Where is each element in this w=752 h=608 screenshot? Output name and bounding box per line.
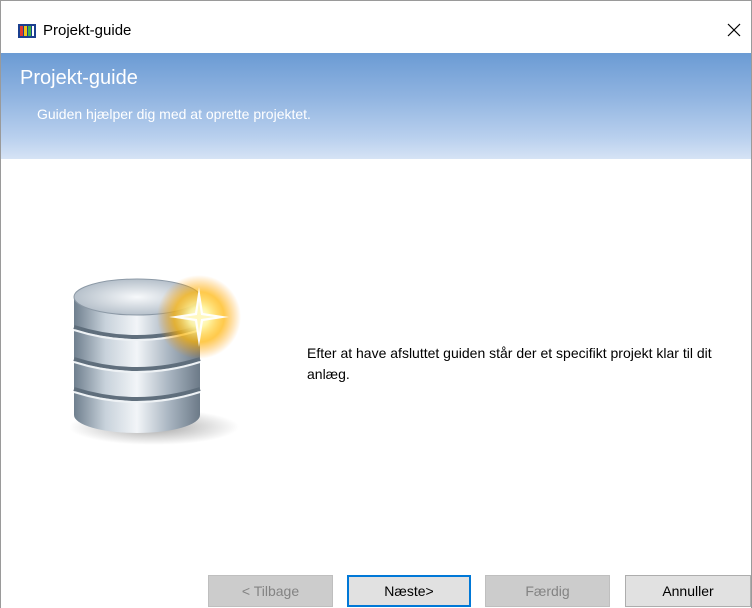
database-sparkle-icon — [59, 267, 249, 447]
wizard-message: Efter at have afsluttet guiden står der … — [307, 345, 712, 382]
header-banner: Projekt-guide Guiden hjælper dig med at … — [1, 53, 751, 159]
back-button[interactable]: < Tilbage — [208, 575, 333, 607]
header-title: Projekt-guide — [20, 67, 138, 89]
header-subtitle: Guiden hjælper dig med at oprette projek… — [37, 106, 311, 122]
wizard-app-icon — [18, 23, 36, 39]
window-title: Projekt-guide — [43, 22, 132, 39]
close-button[interactable] — [717, 15, 751, 49]
cancel-button[interactable]: Annuller — [625, 575, 751, 607]
finish-button[interactable]: Færdig — [485, 575, 610, 607]
close-icon — [726, 22, 742, 43]
content-area: Efter at have afsluttet guiden står der … — [1, 159, 751, 569]
next-button[interactable]: Næste> — [347, 575, 471, 607]
wizard-window: Projekt-guide Projekt-guide Guiden hjælp… — [0, 0, 752, 608]
title-bar[interactable]: Projekt-guide — [1, 1, 751, 53]
